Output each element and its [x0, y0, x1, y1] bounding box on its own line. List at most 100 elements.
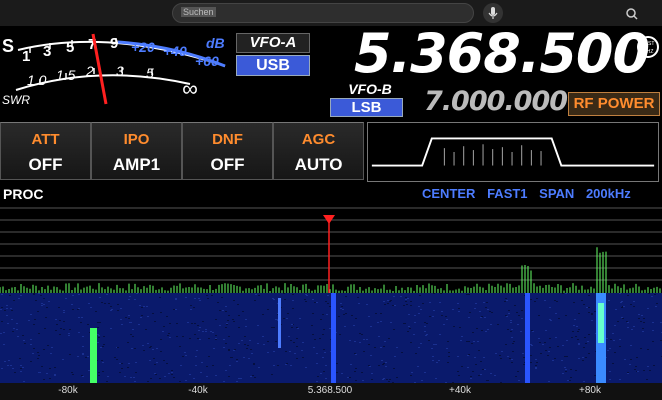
waterfall-pixel: [570, 369, 572, 370]
waterfall-pixel: [228, 350, 230, 351]
waterfall-pixel: [199, 300, 201, 301]
waterfall-display[interactable]: [0, 293, 662, 383]
waterfall-pixel: [143, 306, 145, 307]
waterfall-pixel: [548, 351, 550, 352]
waterfall-pixel: [217, 302, 219, 303]
microphone-icon[interactable]: [483, 3, 503, 23]
waterfall-pixel: [432, 356, 434, 357]
waterfall-pixel: [222, 310, 224, 311]
waterfall-pixel: [458, 308, 460, 309]
waterfall-pixel: [572, 331, 574, 332]
waterfall-pixel: [478, 350, 480, 351]
mini-scope-display[interactable]: [367, 122, 659, 182]
waterfall-pixel: [135, 362, 137, 363]
waterfall-pixel: [185, 297, 187, 298]
waterfall-pixel: [361, 372, 363, 373]
waterfall-pixel: [341, 306, 343, 307]
proc-indicator[interactable]: PROC: [3, 186, 43, 202]
waterfall-pixel: [145, 329, 147, 330]
waterfall-pixel: [45, 317, 47, 318]
waterfall-pixel: [80, 322, 82, 323]
vfo-a-mode-button[interactable]: USB: [236, 55, 310, 76]
waterfall-pixel: [194, 298, 196, 299]
vfo-a-frequency[interactable]: 5.368.500: [354, 24, 650, 84]
waterfall-pixel: [424, 322, 426, 323]
waterfall-pixel: [417, 366, 419, 367]
waterfall-pixel: [350, 364, 352, 365]
waterfall-pixel: [633, 301, 635, 302]
waterfall-pixel: [544, 342, 546, 343]
att-button[interactable]: ATT OFF: [0, 122, 91, 180]
waterfall-pixel: [277, 365, 279, 366]
scope-settings[interactable]: CENTER FAST1 SPAN 200kHz: [422, 186, 639, 201]
search-input[interactable]: Suchen: [172, 3, 638, 23]
waterfall-pixel: [620, 302, 622, 303]
waterfall-pixel: [46, 373, 48, 374]
waterfall-pixel: [578, 344, 580, 345]
dnf-button[interactable]: DNF OFF: [182, 122, 273, 180]
waterfall-pixel: [88, 370, 90, 371]
waterfall-pixel: [41, 305, 43, 306]
waterfall-pixel: [394, 305, 396, 306]
waterfall-pixel: [106, 381, 108, 382]
waterfall-pixel: [316, 353, 318, 354]
waterfall-pixel: [302, 357, 304, 358]
waterfall-pixel: [439, 334, 441, 335]
spectrum-scope[interactable]: [0, 202, 662, 293]
waterfall-pixel: [631, 329, 633, 330]
waterfall-pixel: [475, 303, 477, 304]
waterfall-pixel: [419, 295, 421, 296]
waterfall-pixel: [23, 340, 25, 341]
rf-power-button[interactable]: RF POWER: [568, 92, 660, 116]
waterfall-pixel: [49, 378, 51, 379]
waterfall-pixel: [380, 347, 382, 348]
waterfall-pixel: [521, 318, 523, 319]
waterfall-pixel: [410, 375, 412, 376]
waterfall-pixel: [23, 381, 25, 382]
s-tick-1: 1: [22, 48, 30, 65]
waterfall-pixel: [371, 373, 373, 374]
waterfall-pixel: [275, 341, 277, 342]
dnf-value: OFF: [210, 155, 245, 174]
vfo-b-frequency[interactable]: 7.000.000: [424, 86, 568, 118]
waterfall-pixel: [383, 346, 385, 347]
s-tick-plus20: +20: [131, 39, 155, 55]
waterfall-pixel: [251, 353, 253, 354]
vfo-b-mode-button[interactable]: LSB: [330, 98, 403, 117]
waterfall-pixel: [71, 372, 73, 373]
waterfall-pixel: [467, 355, 469, 356]
vfo-b-label[interactable]: VFO-B: [335, 81, 405, 97]
waterfall-pixel: [18, 298, 20, 299]
waterfall-pixel: [585, 357, 587, 358]
waterfall-pixel: [610, 339, 612, 340]
waterfall-pixel: [545, 350, 547, 351]
waterfall-pixel: [273, 351, 275, 352]
waterfall-pixel: [591, 320, 593, 321]
ipo-button[interactable]: IPO AMP1: [91, 122, 182, 180]
s-unit-db: dB: [206, 35, 225, 51]
waterfall-pixel: [253, 363, 255, 364]
waterfall-pixel: [245, 319, 247, 320]
waterfall-pixel: [82, 336, 84, 337]
waterfall-pixel: [207, 298, 209, 299]
waterfall-pixel: [409, 328, 411, 329]
vfo-a-label[interactable]: VFO-A: [236, 33, 310, 53]
waterfall-pixel: [99, 297, 101, 298]
waterfall-pixel: [111, 309, 113, 310]
agc-button[interactable]: AGC AUTO: [273, 122, 364, 180]
waterfall-pixel: [468, 317, 470, 318]
waterfall-pixel: [368, 316, 370, 317]
waterfall-pixel: [530, 344, 532, 345]
waterfall-pixel: [569, 380, 571, 381]
waterfall-pixel: [531, 345, 533, 346]
waterfall-pixel: [366, 339, 368, 340]
waterfall-pixel: [133, 377, 135, 378]
waterfall-pixel: [226, 323, 228, 324]
waterfall-pixel: [566, 356, 568, 357]
waterfall-pixel: [448, 352, 450, 353]
waterfall-pixel: [238, 378, 240, 379]
waterfall-pixel: [171, 370, 173, 371]
waterfall-pixel: [446, 319, 448, 320]
waterfall-pixel: [20, 295, 22, 296]
search-icon[interactable]: [619, 6, 645, 22]
